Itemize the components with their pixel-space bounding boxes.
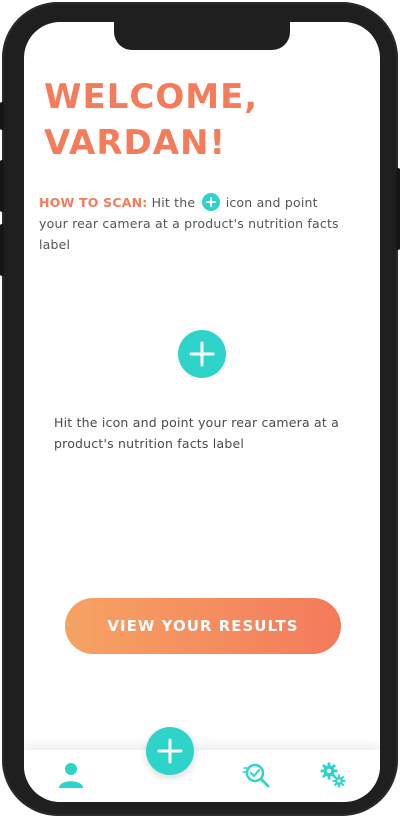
how-to-scan-label: HOW TO SCAN:	[39, 195, 148, 210]
gears-icon	[320, 762, 346, 788]
how-to-scan-instructions: HOW TO SCAN: Hit the icon and point your…	[39, 192, 344, 255]
tab-settings[interactable]	[318, 760, 348, 790]
volume-down-button	[0, 224, 4, 276]
search-results-icon	[242, 763, 270, 788]
scan-help-text: Hit the icon and point your rear camera …	[54, 415, 340, 451]
add-scan-fab[interactable]	[146, 727, 194, 775]
tab-results-search[interactable]	[242, 760, 272, 790]
mute-switch	[0, 102, 4, 130]
phone-frame: WELCOME, VARDAN! HOW TO SCAN: Hit the ic…	[0, 2, 400, 816]
welcome-heading: WELCOME, VARDAN!	[44, 74, 344, 166]
volume-up-button	[0, 160, 4, 212]
welcome-line-1: WELCOME,	[44, 77, 259, 117]
plus-icon	[201, 193, 220, 211]
welcome-line-2: VARDAN!	[44, 123, 226, 163]
how-to-text-before-icon: Hit the	[151, 195, 196, 210]
app-screen: WELCOME, VARDAN! HOW TO SCAN: Hit the ic…	[24, 22, 380, 802]
plus-icon	[157, 738, 183, 764]
tab-profile[interactable]	[56, 760, 86, 790]
bottom-tab-bar	[24, 750, 380, 802]
view-results-button[interactable]: VIEW YOUR RESULTS	[65, 598, 341, 654]
user-icon	[59, 763, 83, 788]
scan-button[interactable]	[178, 330, 226, 378]
phone-notch	[114, 22, 290, 50]
power-button	[396, 168, 400, 250]
plus-icon	[189, 341, 215, 367]
